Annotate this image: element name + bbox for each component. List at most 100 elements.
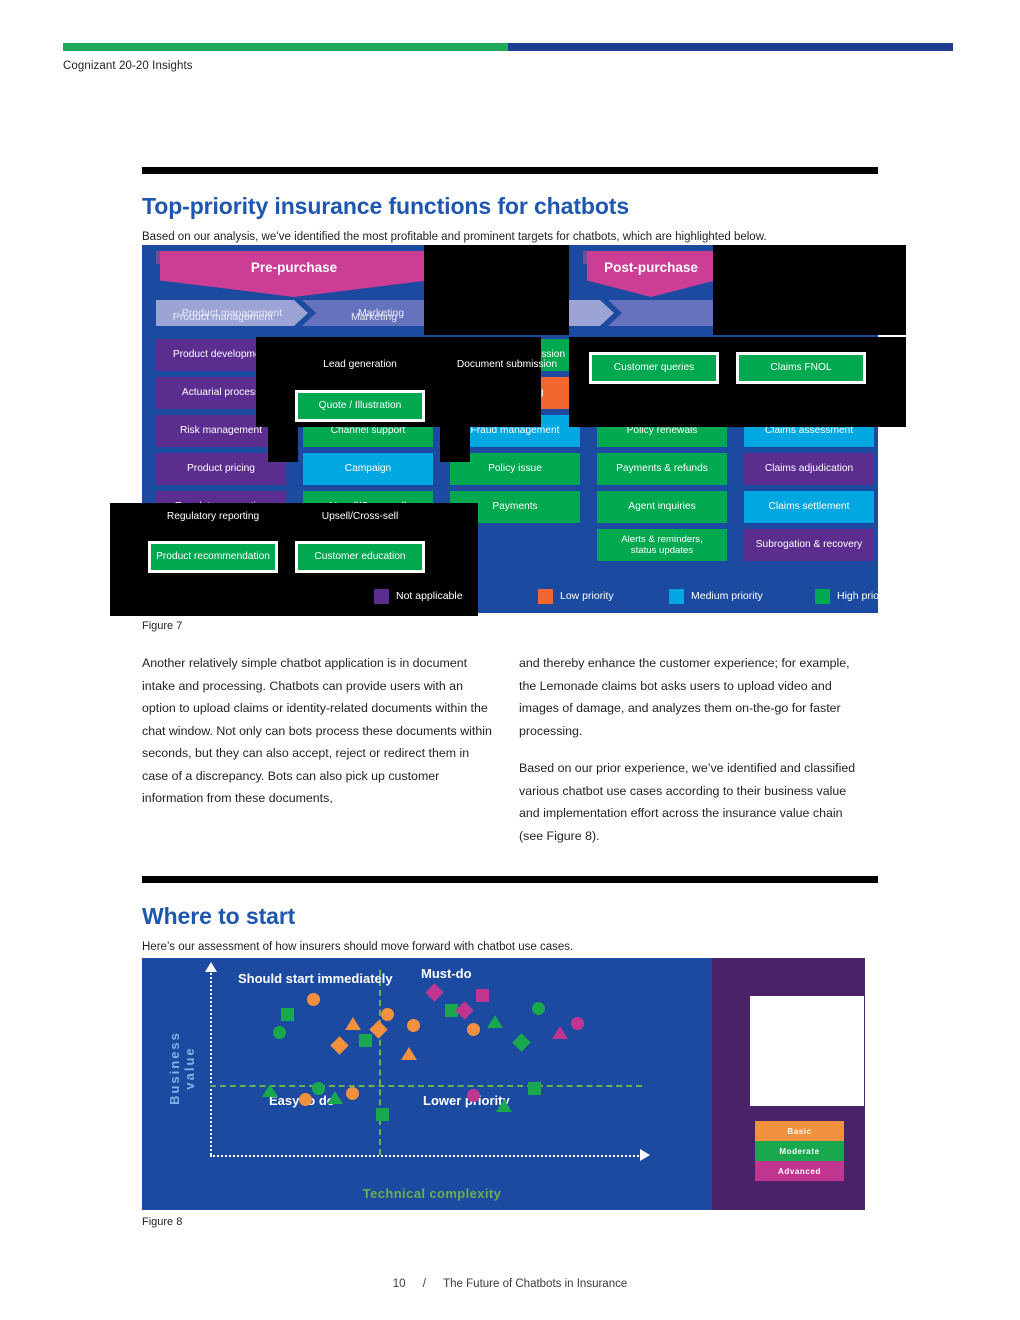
section2-rule <box>142 876 878 883</box>
y-axis-arrow-icon <box>205 962 217 972</box>
header-bar-blue <box>508 43 953 51</box>
figure-8: Should start immediately Must-do Easy to… <box>142 958 865 1210</box>
paragraph: and thereby enhance the customer experie… <box>519 656 850 738</box>
quadrant-label-should-start-immediately: Should start immediately <box>238 971 393 986</box>
redaction-overlay <box>440 427 470 462</box>
legend-label: Not applicable <box>396 590 463 602</box>
chain-label-marketing: Marketing <box>350 311 398 323</box>
figure8-side-panel: Basic Moderate Advanced <box>712 958 865 1210</box>
section1-rule <box>142 167 878 174</box>
matrix-cell[interactable]: Payments & refunds <box>597 453 727 485</box>
legend-item-moderate: Moderate <box>755 1141 844 1161</box>
matrix-label-upsell-cross-sell: Upsell/Cross-sell <box>321 511 399 522</box>
quadrant-label-must-do: Must-do <box>421 966 472 981</box>
scatter-point <box>346 1087 360 1101</box>
matrix-cell[interactable]: Subrogation & recovery <box>744 529 874 561</box>
scatter-point <box>298 1093 312 1106</box>
legend-item-not-applicable: Not applicable <box>374 588 463 604</box>
matrix-cell-highlighted[interactable]: Product recommendation <box>148 541 278 573</box>
page-footer: 10 / The Future of Chatbots in Insurance <box>0 1278 1020 1290</box>
scatter-point <box>311 1081 325 1095</box>
scatter-point <box>307 993 321 1007</box>
section1-title: Top-priority insurance functions for cha… <box>142 193 630 219</box>
scatter-point <box>344 1017 361 1031</box>
matrix-label-lead-generation: Lead generation <box>323 359 397 370</box>
x-axis-label: Technical complexity <box>362 1186 502 1201</box>
scatter-point <box>531 1002 545 1016</box>
legend-label: Low priority <box>560 590 614 602</box>
quadrant-divider-vertical <box>379 970 381 1155</box>
scatter-point <box>281 1007 295 1021</box>
y-axis-label: Business value <box>167 1031 197 1105</box>
figure7-caption: Figure 7 <box>142 620 183 632</box>
header-rule <box>63 43 953 51</box>
matrix-cell-highlighted[interactable]: Quote / Illustration <box>295 390 425 422</box>
scatter-point <box>327 1091 344 1105</box>
legend-item-advanced: Advanced <box>755 1161 844 1181</box>
scatter-point <box>570 1017 584 1031</box>
matrix-cell[interactable]: Campaign <box>303 453 433 485</box>
legend-item-basic: Basic <box>755 1121 844 1141</box>
section2-title: Where to start <box>142 903 296 929</box>
page-number: 10 <box>392 1278 406 1290</box>
scatter-point <box>551 1026 568 1040</box>
section1-subtitle: Based on our analysis, we’ve identified … <box>142 231 767 243</box>
redaction-overlay <box>268 427 298 462</box>
scatter-point <box>262 1083 279 1097</box>
x-axis <box>210 1155 642 1157</box>
stage-post-purchase: Post-purchase <box>587 251 715 297</box>
legend-swatch-icon <box>538 588 553 604</box>
stage-pre-purchase: Pre-purchase <box>160 251 428 297</box>
legend-swatch-icon <box>669 588 684 604</box>
section2-subtitle: Here’s our assessment of how insurers sh… <box>142 941 574 953</box>
legend-swatch-icon <box>374 588 389 604</box>
scatter-point <box>495 1098 512 1112</box>
matrix-cell[interactable]: Agent inquiries <box>597 491 727 523</box>
matrix-cell-highlighted[interactable]: Customer education <box>295 541 425 573</box>
matrix-cell-highlighted[interactable]: Claims FNOL <box>736 352 866 384</box>
y-axis <box>210 970 212 1155</box>
paragraph: Based on our prior experience, we’ve ide… <box>519 761 856 844</box>
scatter-point <box>511 1032 531 1052</box>
matrix-label-regulatory-reporting: Regulatory reporting <box>166 511 260 522</box>
scatter-point <box>425 982 444 1002</box>
chain-label-product-management: Product management <box>172 311 274 323</box>
scatter-point <box>380 1007 394 1021</box>
paragraph: Another relatively simple chatbot applic… <box>142 656 492 806</box>
matrix-row: Product pricing Campaign Policy issue Pa… <box>156 453 874 485</box>
matrix-cell[interactable]: Claims adjudication <box>744 453 874 485</box>
legend-item-low-priority: Low priority <box>538 588 614 604</box>
matrix-cell[interactable]: Alerts & reminders, status updates <box>597 529 727 561</box>
scatter-point <box>455 1001 475 1020</box>
scatter-point <box>475 989 489 1003</box>
header-bar-green <box>63 43 508 51</box>
scatter-point <box>330 1036 349 1056</box>
scatter-plot: Should start immediately Must-do Easy to… <box>142 958 712 1210</box>
legend-item-high-priority: High priority <box>815 588 893 604</box>
scatter-point <box>527 1081 541 1095</box>
matrix-cell-highlighted[interactable]: Customer queries <box>589 352 719 384</box>
legend-item-medium-priority: Medium priority <box>669 588 763 604</box>
body-column-right: and thereby enhance the customer experie… <box>519 652 869 863</box>
redaction-overlay <box>713 245 906 335</box>
figure8-caption: Figure 8 <box>142 1216 183 1228</box>
scatter-point <box>406 1019 420 1032</box>
matrix-label-document-submission: Document submission <box>456 359 558 370</box>
figure8-legend: Basic Moderate Advanced <box>755 1121 844 1181</box>
body-column-left: Another relatively simple chatbot applic… <box>142 652 492 825</box>
scatter-point <box>467 1022 481 1036</box>
legend-label: Medium priority <box>691 590 763 602</box>
header-label: Cognizant 20-20 Insights <box>63 60 193 72</box>
matrix-cell[interactable]: Product pricing <box>156 453 286 485</box>
scatter-point <box>369 1019 388 1039</box>
footer-separator: / <box>422 1278 426 1290</box>
scatter-point <box>376 1107 390 1121</box>
footer-doc-title: The Future of Chatbots in Insurance <box>443 1278 628 1290</box>
scatter-point <box>359 1033 373 1047</box>
redaction-overlay-legend <box>750 996 864 1106</box>
legend-label: High priority <box>837 590 894 602</box>
legend-swatch-icon <box>815 588 830 604</box>
x-axis-arrow-icon <box>640 1149 650 1161</box>
matrix-cell[interactable]: Claims settlement <box>744 491 874 523</box>
scatter-point <box>400 1046 417 1060</box>
